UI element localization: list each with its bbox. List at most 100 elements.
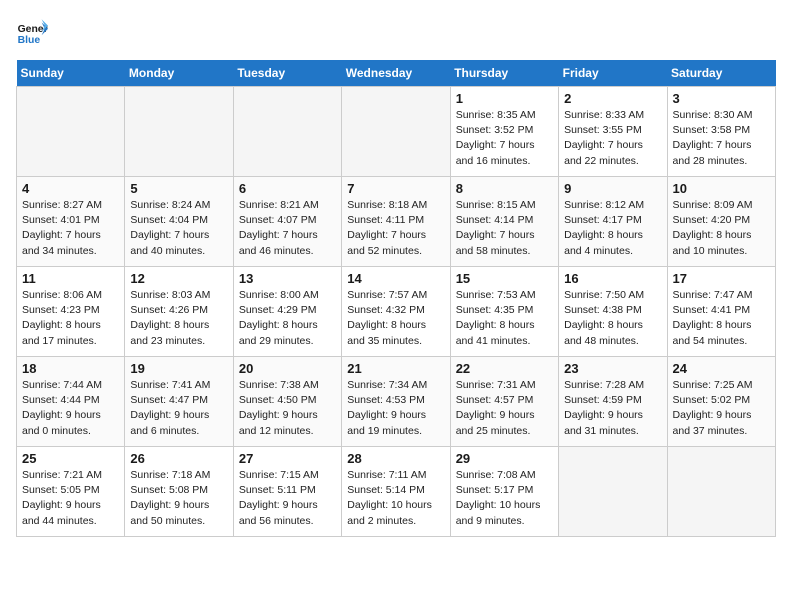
day-info: Sunrise: 7:57 AMSunset: 4:32 PMDaylight:… [347,288,444,349]
day-number: 15 [456,271,553,286]
day-number: 26 [130,451,227,466]
calendar-table: SundayMondayTuesdayWednesdayThursdayFrid… [16,60,776,537]
calendar-cell: 1Sunrise: 8:35 AMSunset: 3:52 PMDaylight… [450,87,558,177]
calendar-cell [559,447,667,537]
calendar-cell: 23 Sunrise: 7:28 AMSunset: 4:59 PMDayligh… [559,357,667,447]
calendar-week-4: 18 Sunrise: 7:44 AMSunset: 4:44 PMDayligh… [17,357,776,447]
day-info: Sunrise: 7:53 AMSunset: 4:35 PMDaylight:… [456,288,553,349]
calendar-week-1: 1Sunrise: 8:35 AMSunset: 3:52 PMDaylight… [17,87,776,177]
day-info: Sunrise: 7:38 AMSunset: 4:50 PMDaylight:… [239,378,336,439]
day-info: Sunrise: 7:31 AMSunset: 4:57 PMDaylight:… [456,378,553,439]
day-info: Sunrise: 7:08 AMSunset: 5:17 PMDaylight:… [456,468,553,529]
calendar-cell [125,87,233,177]
calendar-cell: 14 Sunrise: 7:57 AMSunset: 4:32 PMDayligh… [342,267,450,357]
calendar-cell: 5 Sunrise: 8:24 AMSunset: 4:04 PMDaylight… [125,177,233,267]
day-number: 14 [347,271,444,286]
day-number: 7 [347,181,444,196]
day-info: Sunrise: 8:00 AMSunset: 4:29 PMDaylight:… [239,288,336,349]
calendar-cell [667,447,775,537]
day-info: Sunrise: 7:28 AMSunset: 4:59 PMDaylight:… [564,378,661,439]
calendar-cell: 15 Sunrise: 7:53 AMSunset: 4:35 PMDayligh… [450,267,558,357]
day-header-sunday: Sunday [17,60,125,87]
day-info: Sunrise: 7:21 AMSunset: 5:05 PMDaylight:… [22,468,119,529]
day-info: Sunrise: 7:18 AMSunset: 5:08 PMDaylight:… [130,468,227,529]
logo: General Blue [16,16,48,48]
day-info: Sunrise: 7:11 AMSunset: 5:14 PMDaylight:… [347,468,444,529]
calendar-cell: 13 Sunrise: 8:00 AMSunset: 4:29 PMDayligh… [233,267,341,357]
svg-text:Blue: Blue [18,35,41,46]
day-info: Sunrise: 7:47 AMSunset: 4:41 PMDaylight:… [673,288,770,349]
day-number: 18 [22,361,119,376]
day-info: Sunrise: 8:30 AMSunset: 3:58 PMDaylight:… [673,108,770,169]
day-number: 22 [456,361,553,376]
day-number: 10 [673,181,770,196]
calendar-cell [17,87,125,177]
day-number: 2 [564,91,661,106]
day-info: Sunrise: 8:35 AMSunset: 3:52 PMDaylight:… [456,108,553,169]
day-info: Sunrise: 8:27 AMSunset: 4:01 PMDaylight:… [22,198,119,259]
day-header-thursday: Thursday [450,60,558,87]
day-info: Sunrise: 7:25 AMSunset: 5:02 PMDaylight:… [673,378,770,439]
calendar-cell: 22 Sunrise: 7:31 AMSunset: 4:57 PMDayligh… [450,357,558,447]
calendar-cell: 2 Sunrise: 8:33 AMSunset: 3:55 PMDaylight… [559,87,667,177]
calendar-cell [342,87,450,177]
calendar-cell: 19 Sunrise: 7:41 AMSunset: 4:47 PMDayligh… [125,357,233,447]
calendar-cell: 25 Sunrise: 7:21 AMSunset: 5:05 PMDayligh… [17,447,125,537]
calendar-cell [233,87,341,177]
day-number: 11 [22,271,119,286]
day-number: 25 [22,451,119,466]
day-number: 6 [239,181,336,196]
day-number: 20 [239,361,336,376]
calendar-cell: 6Sunrise: 8:21 AMSunset: 4:07 PMDaylight… [233,177,341,267]
day-number: 23 [564,361,661,376]
calendar-week-5: 25 Sunrise: 7:21 AMSunset: 5:05 PMDayligh… [17,447,776,537]
day-info: Sunrise: 8:15 AMSunset: 4:14 PMDaylight:… [456,198,553,259]
day-header-monday: Monday [125,60,233,87]
day-number: 9 [564,181,661,196]
day-info: Sunrise: 7:41 AMSunset: 4:47 PMDaylight:… [130,378,227,439]
calendar-cell: 20 Sunrise: 7:38 AMSunset: 4:50 PMDayligh… [233,357,341,447]
calendar-cell: 8 Sunrise: 8:15 AMSunset: 4:14 PMDaylight… [450,177,558,267]
day-info: Sunrise: 8:12 AMSunset: 4:17 PMDaylight:… [564,198,661,259]
day-number: 5 [130,181,227,196]
day-header-wednesday: Wednesday [342,60,450,87]
calendar-cell: 3 Sunrise: 8:30 AMSunset: 3:58 PMDaylight… [667,87,775,177]
day-number: 12 [130,271,227,286]
day-number: 24 [673,361,770,376]
day-header-friday: Friday [559,60,667,87]
day-header-row: SundayMondayTuesdayWednesdayThursdayFrid… [17,60,776,87]
day-info: Sunrise: 7:34 AMSunset: 4:53 PMDaylight:… [347,378,444,439]
day-info: Sunrise: 8:18 AMSunset: 4:11 PMDaylight:… [347,198,444,259]
calendar-cell: 12 Sunrise: 8:03 AMSunset: 4:26 PMDayligh… [125,267,233,357]
day-number: 19 [130,361,227,376]
day-number: 28 [347,451,444,466]
calendar-cell: 29 Sunrise: 7:08 AMSunset: 5:17 PMDayligh… [450,447,558,537]
calendar-cell: 28 Sunrise: 7:11 AMSunset: 5:14 PMDayligh… [342,447,450,537]
day-info: Sunrise: 7:50 AMSunset: 4:38 PMDaylight:… [564,288,661,349]
day-number: 21 [347,361,444,376]
calendar-week-3: 11Sunrise: 8:06 AMSunset: 4:23 PMDayligh… [17,267,776,357]
calendar-cell: 18 Sunrise: 7:44 AMSunset: 4:44 PMDayligh… [17,357,125,447]
day-number: 3 [673,91,770,106]
calendar-cell: 7 Sunrise: 8:18 AMSunset: 4:11 PMDaylight… [342,177,450,267]
day-number: 17 [673,271,770,286]
calendar-cell: 10 Sunrise: 8:09 AMSunset: 4:20 PMDayligh… [667,177,775,267]
day-number: 13 [239,271,336,286]
day-number: 29 [456,451,553,466]
calendar-cell: 27 Sunrise: 7:15 AMSunset: 5:11 PMDayligh… [233,447,341,537]
day-header-tuesday: Tuesday [233,60,341,87]
calendar-cell: 9 Sunrise: 8:12 AMSunset: 4:17 PMDaylight… [559,177,667,267]
calendar-cell: 11Sunrise: 8:06 AMSunset: 4:23 PMDayligh… [17,267,125,357]
calendar-cell: 4 Sunrise: 8:27 AMSunset: 4:01 PMDaylight… [17,177,125,267]
day-number: 8 [456,181,553,196]
day-info: Sunrise: 8:03 AMSunset: 4:26 PMDaylight:… [130,288,227,349]
day-info: Sunrise: 7:15 AMSunset: 5:11 PMDaylight:… [239,468,336,529]
day-info: Sunrise: 8:09 AMSunset: 4:20 PMDaylight:… [673,198,770,259]
day-info: Sunrise: 8:33 AMSunset: 3:55 PMDaylight:… [564,108,661,169]
day-info: Sunrise: 8:24 AMSunset: 4:04 PMDaylight:… [130,198,227,259]
day-number: 4 [22,181,119,196]
calendar-cell: 24 Sunrise: 7:25 AMSunset: 5:02 PMDayligh… [667,357,775,447]
day-info: Sunrise: 7:44 AMSunset: 4:44 PMDaylight:… [22,378,119,439]
day-number: 27 [239,451,336,466]
logo-icon: General Blue [16,16,48,48]
